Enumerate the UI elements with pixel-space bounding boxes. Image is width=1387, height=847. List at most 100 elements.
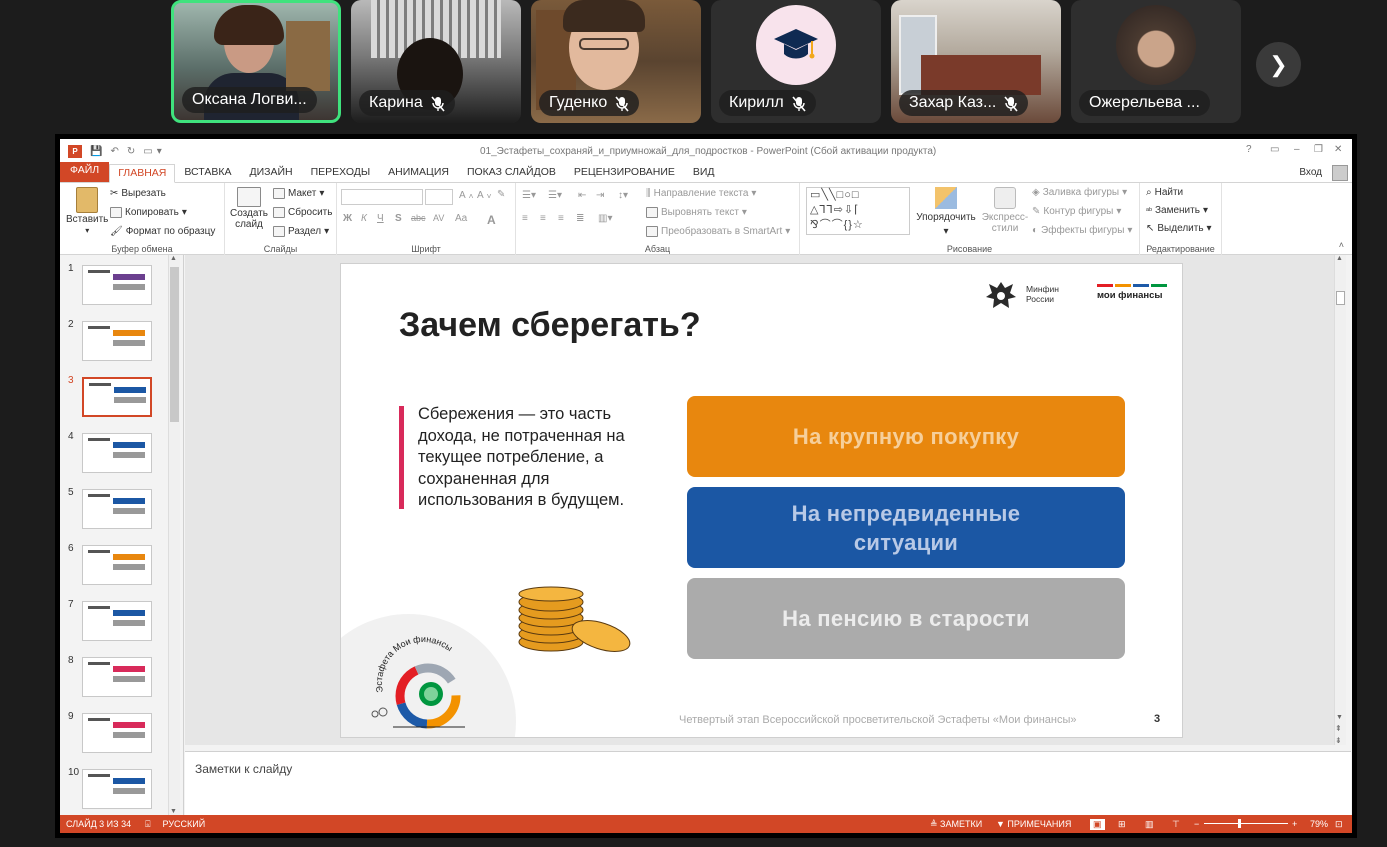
tab-transitions[interactable]: ПЕРЕХОДЫ — [302, 166, 380, 182]
line-spacing-icon[interactable]: ↕▾ — [618, 190, 628, 201]
tab-slideshow[interactable]: ПОКАЗ СЛАЙДОВ — [458, 166, 565, 182]
shape-effects-button[interactable]: ◐ Эффекты фигуры ▾ — [1032, 225, 1132, 236]
tab-insert[interactable]: ВСТАВКА — [175, 166, 240, 182]
shrink-font-button[interactable]: A ˅ — [477, 190, 492, 201]
spellcheck-icon[interactable]: ⌺ — [145, 819, 150, 830]
close-button[interactable]: ✕ — [1334, 144, 1342, 155]
strikethrough-button[interactable]: abc — [411, 213, 426, 223]
reading-view-icon[interactable]: ▥ — [1145, 819, 1154, 830]
slide-scrollbar[interactable]: ▲ ▼ ⇞ ⇟ — [1334, 255, 1346, 745]
save-icon[interactable]: 💾 — [90, 146, 102, 157]
clear-formatting-icon[interactable]: ✎ — [497, 189, 505, 200]
shape-outline-button[interactable]: ✎ Контур фигуры ▾ — [1032, 206, 1121, 217]
align-text-button[interactable]: Выровнять текст ▾ — [646, 207, 747, 218]
start-slideshow-icon[interactable]: ▭ — [143, 146, 152, 157]
comments-toggle[interactable]: ▼ ПРИМЕЧАНИЯ — [996, 819, 1071, 829]
quick-styles-button[interactable]: Экспресс-стили — [978, 187, 1032, 234]
participant-tile[interactable]: Карина — [351, 0, 521, 123]
normal-view-icon[interactable]: ▣ — [1090, 818, 1105, 830]
reset-button[interactable]: Сбросить — [273, 207, 332, 218]
find-button[interactable]: ⌕ Найти — [1146, 187, 1183, 198]
numbering-icon[interactable]: ☰▾ — [548, 190, 562, 201]
tab-design[interactable]: ДИЗАЙН — [240, 166, 301, 182]
decrease-indent-icon[interactable]: ⇤ — [578, 190, 586, 201]
participant-tile[interactable]: Ожерельева ... — [1071, 0, 1241, 123]
bold-button[interactable]: Ж — [343, 213, 352, 224]
customize-toolbar-icon[interactable]: ▾ — [157, 146, 162, 157]
font-color-button[interactable]: A — [487, 213, 496, 227]
participant-tile[interactable]: Захар Каз... — [891, 0, 1061, 123]
participant-tile[interactable]: Гуденко — [531, 0, 701, 123]
slide-thumbnail[interactable] — [82, 489, 152, 529]
text-direction-button[interactable]: ⫼ Направление текста ▾ — [646, 188, 756, 199]
help-button[interactable]: ? — [1246, 144, 1252, 155]
tab-file[interactable]: ФАЙЛ — [60, 162, 110, 182]
underline-button[interactable]: Ч — [377, 213, 384, 224]
layout-button[interactable]: Макет ▾ — [273, 188, 324, 199]
slide-thumbnail[interactable] — [82, 713, 152, 753]
zoom-slider-thumb[interactable] — [1237, 819, 1241, 828]
columns-icon[interactable]: ▥▾ — [598, 213, 612, 224]
slide-thumbnail[interactable] — [82, 601, 152, 641]
format-painter-button[interactable]: 🖌 Формат по образцу — [110, 226, 215, 237]
zoom-level[interactable]: 79% — [1310, 819, 1328, 829]
shadow-button[interactable]: S — [395, 213, 402, 224]
zoom-slider[interactable] — [1204, 819, 1288, 828]
slideshow-view-icon[interactable]: ⊤ — [1172, 819, 1180, 830]
change-case-button[interactable]: Aa — [455, 213, 467, 224]
participant-tile[interactable]: Кирилл — [711, 0, 881, 123]
font-name-select[interactable] — [341, 189, 423, 205]
tab-review[interactable]: РЕЦЕНЗИРОВАНИЕ — [565, 166, 684, 182]
fit-to-window-icon[interactable]: ⊡ — [1335, 819, 1343, 830]
tab-animations[interactable]: АНИМАЦИЯ — [379, 166, 458, 182]
tab-view[interactable]: ВИД — [684, 166, 724, 182]
font-size-select[interactable] — [425, 189, 453, 205]
sign-in-link[interactable]: Вход — [1299, 167, 1322, 178]
char-spacing-button[interactable]: AV — [433, 213, 444, 223]
slide-thumbnail[interactable] — [82, 769, 152, 809]
notes-toggle[interactable]: ≜ ЗАМЕТКИ — [930, 819, 982, 830]
thumbnails-scrollbar[interactable]: ▲ ▼ — [168, 255, 180, 815]
next-participants-button[interactable]: ❯ — [1256, 42, 1301, 87]
current-slide[interactable]: Минфин России мои финансы Зачем сберегат… — [340, 263, 1183, 738]
zoom-in-button[interactable]: + — [1292, 819, 1297, 829]
minimize-button[interactable]: – — [1294, 144, 1300, 155]
slide-thumbnail[interactable] — [82, 545, 152, 585]
replace-button[interactable]: ᵃᵇ Заменить ▾ — [1146, 205, 1208, 216]
user-avatar-icon[interactable] — [1332, 165, 1348, 181]
align-left-icon[interactable]: ≡ — [522, 213, 528, 224]
ribbon-display-button[interactable]: ▭ — [1270, 144, 1279, 155]
shapes-gallery[interactable]: ▭╲╲□○□ △⅂⅂⇨⇩⌈ ⅋⌒⌒{}☆ — [806, 187, 910, 235]
select-button[interactable]: ↖ Выделить ▾ — [1146, 223, 1212, 234]
participant-tile[interactable]: Оксана Логви... — [171, 0, 341, 123]
zoom-out-button[interactable]: − — [1194, 819, 1199, 829]
slide-thumbnail[interactable] — [82, 657, 152, 697]
align-center-icon[interactable]: ≡ — [540, 213, 546, 224]
slide-thumbnail[interactable] — [82, 265, 152, 305]
shape-fill-button[interactable]: ◈ Заливка фигуры ▾ — [1032, 187, 1127, 198]
new-slide-button[interactable]: Создать слайд — [229, 187, 269, 230]
section-button[interactable]: Раздел ▾ — [273, 226, 329, 237]
arrange-button[interactable]: Упорядочить ▾ — [914, 187, 978, 237]
smartart-button[interactable]: Преобразовать в SmartArt ▾ — [646, 226, 790, 237]
collapse-ribbon-icon[interactable]: ˄ — [1339, 240, 1344, 250]
cut-button[interactable]: ✂ Вырезать — [110, 188, 166, 199]
align-right-icon[interactable]: ≡ — [558, 213, 564, 224]
italic-button[interactable]: К — [361, 213, 367, 224]
copy-button[interactable]: Копировать ▾ — [110, 207, 187, 218]
paste-button[interactable]: Вставить ▾ — [66, 187, 108, 235]
redo-icon[interactable]: ↻ — [127, 146, 135, 157]
restore-button[interactable]: ❐ — [1314, 144, 1323, 155]
slide-sorter-icon[interactable]: ⊞ — [1118, 819, 1126, 830]
slide-thumbnail[interactable] — [82, 321, 152, 361]
grow-font-button[interactable]: A ˄ — [459, 190, 474, 201]
undo-icon[interactable]: ↶ — [110, 146, 118, 157]
notes-pane[interactable]: Заметки к слайду — [185, 751, 1351, 815]
slide-thumbnail[interactable] — [82, 433, 152, 473]
increase-indent-icon[interactable]: ⇥ — [596, 190, 604, 201]
justify-icon[interactable]: ≣ — [576, 213, 584, 224]
tab-home[interactable]: ГЛАВНАЯ — [109, 164, 176, 183]
bullets-icon[interactable]: ☰▾ — [522, 190, 536, 201]
language-indicator[interactable]: РУССКИЙ — [163, 819, 206, 829]
slide-thumbnail[interactable] — [82, 377, 152, 417]
